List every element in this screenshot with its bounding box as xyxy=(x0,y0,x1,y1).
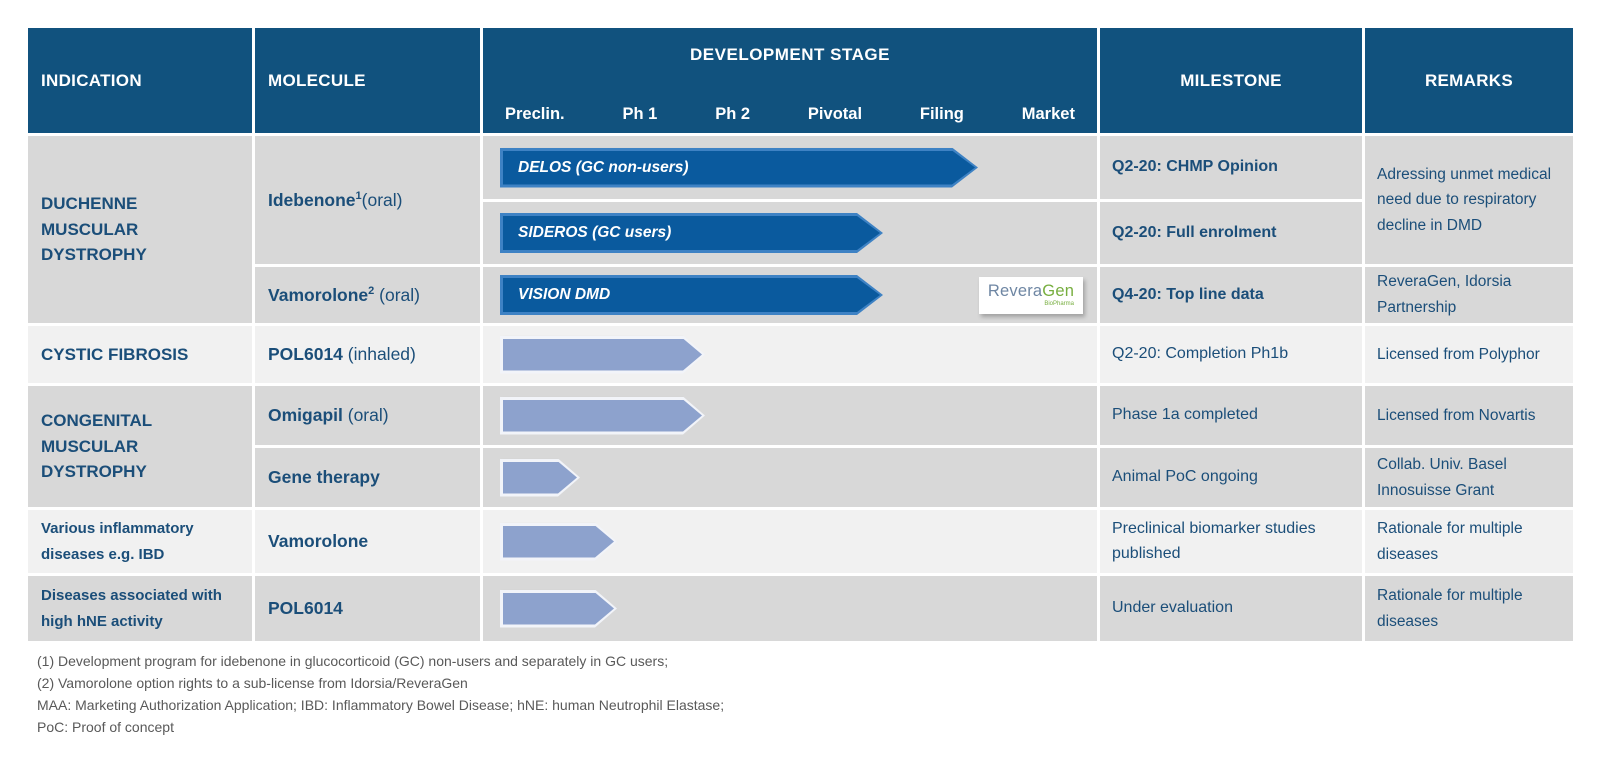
indication-congenital-md: CONGENITAL MUSCULAR DYSTROPHY xyxy=(28,386,252,507)
pol6014-inhaled-arrow xyxy=(500,336,705,374)
dev-stage-pol6014-hne xyxy=(483,576,1097,641)
vision-arrow: VISION DMD xyxy=(500,275,883,315)
stage-label-ph2: Ph 2 xyxy=(715,105,750,124)
vision-arrow-label: VISION DMD xyxy=(503,286,610,304)
omigapil-arrow xyxy=(500,397,705,435)
indication-inflammatory-ibd: Various inflammatory diseases e.g. IBD xyxy=(28,510,252,573)
column-header-development-stage: DEVELOPMENT STAGE Preclin. Ph 1 Ph 2 Piv… xyxy=(483,28,1097,133)
milestone-pol6014-hne: Under evaluation xyxy=(1100,576,1362,641)
dev-stage-sideros: SIDEROS (GC users) xyxy=(483,202,1097,264)
footnote-1: (1) Development program for idebenone in… xyxy=(37,650,724,672)
molecule-vamorolone-ibd: Vamorolone xyxy=(255,510,480,573)
column-header-remarks: REMARKS xyxy=(1365,28,1573,133)
remark-rationale-hne: Rationale for multiple diseases xyxy=(1365,576,1573,641)
dev-stage-vision: VISION DMD ReveraGen BioPharma xyxy=(483,267,1097,323)
footnotes: (1) Development program for idebenone in… xyxy=(37,650,724,738)
stage-label-ph1: Ph 1 xyxy=(622,105,657,124)
remark-basel: Collab. Univ. Basel Innosuisse Grant xyxy=(1365,448,1573,507)
gene-therapy-arrow xyxy=(500,459,580,497)
stage-labels: Preclin. Ph 1 Ph 2 Pivotal Filing Market xyxy=(483,105,1097,133)
vamorolone-ibd-arrow xyxy=(500,523,617,561)
remark-reveragen: ReveraGen, Idorsia Partnership xyxy=(1365,267,1573,323)
dev-stage-gene-therapy xyxy=(483,448,1097,507)
delos-arrow-label: DELOS (GC non-users) xyxy=(503,159,689,177)
stage-label-preclin: Preclin. xyxy=(505,105,565,124)
pipeline-table: INDICATION MOLECULE DEVELOPMENT STAGE Pr… xyxy=(28,28,1573,641)
indication-hne-activity: Diseases associated with high hNE activi… xyxy=(28,576,252,641)
remark-polyphor: Licensed from Polyphor xyxy=(1365,326,1573,383)
sideros-arrow: SIDEROS (GC users) xyxy=(500,213,883,253)
milestone-gene-therapy: Animal PoC ongoing xyxy=(1100,448,1362,507)
delos-arrow: DELOS (GC non-users) xyxy=(500,148,978,188)
remark-dmd: Adressing unmet medical need due to resp… xyxy=(1365,136,1573,264)
molecule-vamorolone-dmd: Vamorolone2 (oral) xyxy=(255,267,480,323)
milestone-vamorolone-ibd: Preclinical biomarker studies published xyxy=(1100,510,1362,573)
molecule-gene-therapy: Gene therapy xyxy=(255,448,480,507)
footnote-poc: PoC: Proof of concept xyxy=(37,716,724,738)
column-header-milestone: MILESTONE xyxy=(1100,28,1362,133)
footnote-2: (2) Vamorolone option rights to a sub-li… xyxy=(37,672,724,694)
milestone-omigapil: Phase 1a completed xyxy=(1100,386,1362,445)
molecule-omigapil: Omigapil (oral) xyxy=(255,386,480,445)
indication-dmd: DUCHENNE MUSCULAR DYSTROPHY xyxy=(28,136,252,323)
indication-cystic-fibrosis: CYSTIC FIBROSIS xyxy=(28,326,252,383)
remark-rationale-ibd: Rationale for multiple diseases xyxy=(1365,510,1573,573)
column-header-indication: INDICATION xyxy=(28,28,252,133)
remark-novartis: Licensed from Novartis xyxy=(1365,386,1573,445)
milestone-delos: Q2-20: CHMP Opinion xyxy=(1100,136,1362,199)
milestone-vision: Q4-20: Top line data xyxy=(1100,267,1362,323)
dev-stage-delos: DELOS (GC non-users) xyxy=(483,136,1097,199)
stage-label-filing: Filing xyxy=(920,105,964,124)
molecule-idebenone: Idebenone1(oral) xyxy=(255,136,480,264)
footnote-abbreviations: MAA: Marketing Authorization Application… xyxy=(37,694,724,716)
dev-stage-vamorolone-ibd xyxy=(483,510,1097,573)
molecule-pol6014-inhaled: POL6014 (inhaled) xyxy=(255,326,480,383)
column-header-molecule: MOLECULE xyxy=(255,28,480,133)
milestone-pol6014-inhaled: Q2-20: Completion Ph1b xyxy=(1100,326,1362,383)
reveragen-logo: ReveraGen BioPharma xyxy=(979,277,1083,314)
stage-label-pivotal: Pivotal xyxy=(808,105,862,124)
dev-stage-pol6014-inhaled xyxy=(483,326,1097,383)
pol6014-hne-arrow xyxy=(500,590,617,628)
milestone-sideros: Q2-20: Full enrolment xyxy=(1100,202,1362,264)
sideros-arrow-label: SIDEROS (GC users) xyxy=(503,224,671,242)
dev-stage-omigapil xyxy=(483,386,1097,445)
pipeline-slide: INDICATION MOLECULE DEVELOPMENT STAGE Pr… xyxy=(0,0,1600,768)
molecule-pol6014-hne: POL6014 xyxy=(255,576,480,641)
development-stage-title: DEVELOPMENT STAGE xyxy=(483,28,1097,65)
stage-label-market: Market xyxy=(1022,105,1075,124)
